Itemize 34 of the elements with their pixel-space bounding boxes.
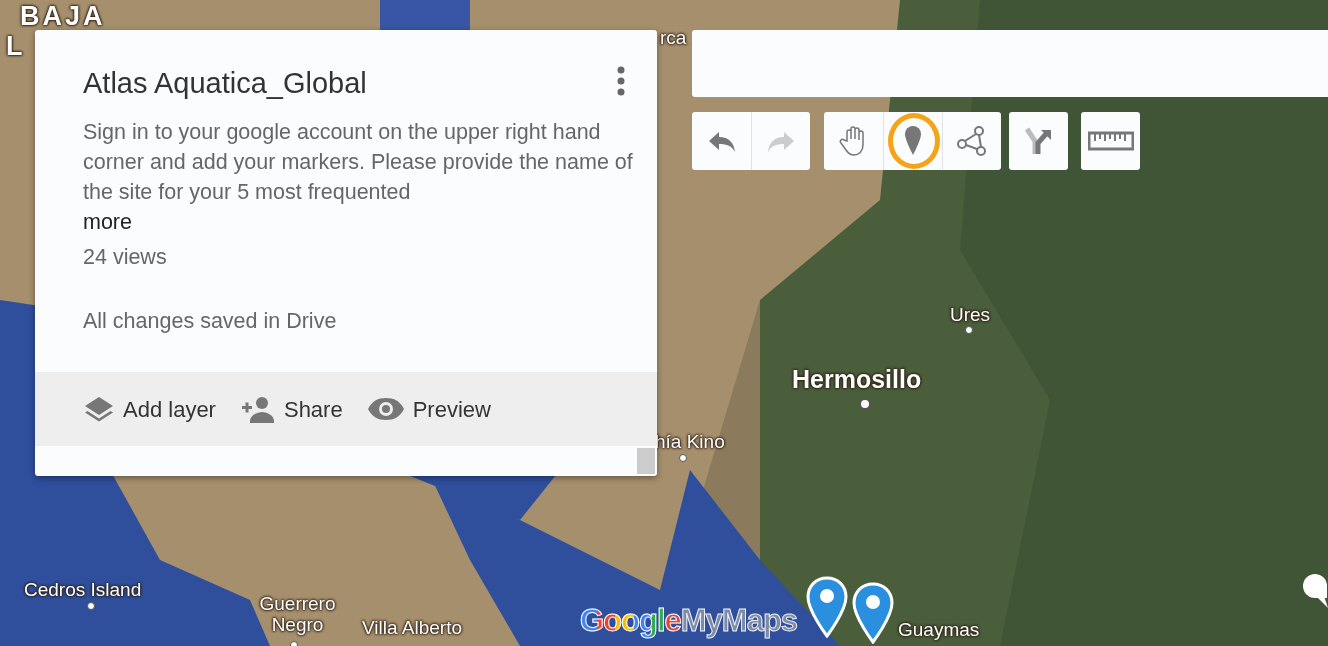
route-arrow-icon (1023, 126, 1054, 156)
preview-button[interactable]: Preview (366, 392, 491, 426)
more-options-icon[interactable] (617, 66, 625, 96)
map-label: rca (660, 28, 687, 49)
map-label: Guaymas (898, 620, 980, 641)
map-label: Ures (950, 305, 991, 326)
view-count: 24 views (83, 243, 168, 271)
layers-icon (83, 394, 115, 424)
place-dot (965, 326, 973, 334)
map-label: Villa Alberto (362, 618, 462, 639)
map-label: L (6, 32, 26, 62)
share-button[interactable]: Share (239, 392, 343, 426)
search-field[interactable] (692, 30, 1328, 97)
marker-tool-button[interactable] (883, 112, 942, 170)
map-label: BAJA (20, 2, 106, 32)
map-pin-icon[interactable] (852, 582, 894, 644)
more-link[interactable]: more (83, 206, 132, 237)
map-label: Cedros Island (24, 580, 142, 601)
place-dot (87, 602, 95, 610)
save-status: All changes saved in Drive (83, 308, 338, 336)
eye-icon (366, 395, 405, 423)
map-pin-icon[interactable] (806, 576, 848, 638)
ruler-icon (1087, 131, 1134, 151)
map-marker-icon (904, 125, 922, 157)
map-label: Guerrero Negro (258, 594, 337, 636)
connected-nodes-icon (957, 126, 987, 156)
scrollbar-thumb[interactable] (637, 448, 655, 474)
add-layer-button[interactable]: Add layer (83, 392, 216, 426)
google-my-maps-logo: GoogleMyMaps (580, 602, 798, 640)
map-title: Atlas Aquatica_Global (83, 66, 367, 101)
highlight-circle (888, 113, 940, 169)
map-label: Hermosillo (792, 366, 922, 394)
map-description: Sign in to your google account on the upper right hand corner and add your markers. Please provide the name of the site for your 5 most frequented (83, 118, 634, 206)
place-dot (679, 454, 687, 462)
